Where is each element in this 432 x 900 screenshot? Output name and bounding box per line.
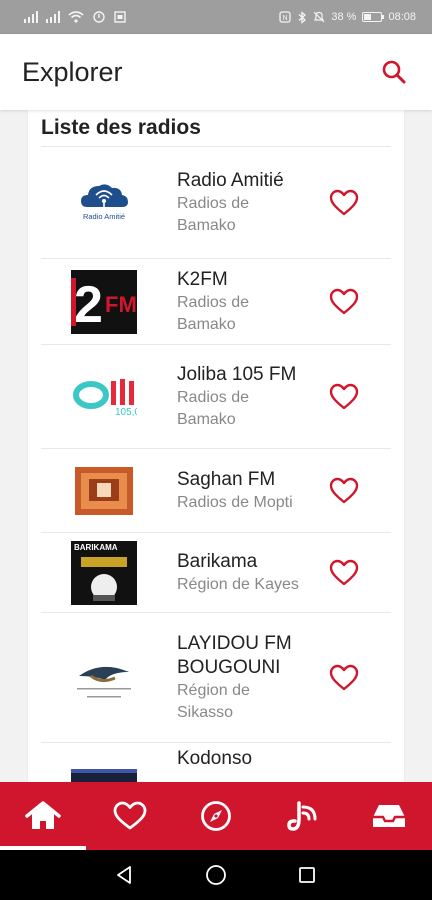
saghan-logo bbox=[71, 458, 137, 523]
nav-home[interactable] bbox=[0, 782, 87, 850]
home-icon bbox=[25, 801, 61, 829]
radio-name: Radio Amitié bbox=[177, 169, 284, 191]
list-item[interactable]: LAYIDOU FM BOUGOUNI Région de Sikasso bbox=[41, 612, 391, 742]
radio-info: Joliba 105 FM Radios de Bamako bbox=[177, 363, 307, 431]
clock: 08:08 bbox=[388, 11, 416, 23]
radio-name: Kodonso bbox=[177, 748, 253, 769]
radio-name: Joliba 105 FM bbox=[177, 363, 297, 385]
search-icon bbox=[382, 60, 406, 84]
radio-info: Barikama Région de Kayes bbox=[177, 550, 307, 596]
inbox-icon bbox=[372, 805, 405, 827]
favorite-button[interactable] bbox=[327, 286, 361, 318]
heart-outline-icon bbox=[329, 383, 359, 409]
svg-text:N: N bbox=[283, 15, 288, 22]
radio-amitie-logo: Radio Amitié bbox=[71, 171, 137, 235]
app-bar: Explorer bbox=[0, 34, 432, 110]
svg-text:2: 2 bbox=[74, 276, 103, 334]
favorite-button[interactable] bbox=[327, 381, 361, 413]
list-item[interactable]: Kodonso bbox=[41, 742, 391, 782]
nav-radio[interactable] bbox=[259, 782, 345, 850]
bottom-navigation bbox=[0, 782, 432, 850]
radio-region: Radios de Bamako bbox=[177, 293, 250, 333]
recents-icon bbox=[298, 867, 315, 883]
radio-region: Région de Sikasso bbox=[177, 681, 250, 721]
heart-outline-icon bbox=[329, 189, 359, 215]
barikama-logo-text: BARIKAMA bbox=[74, 543, 118, 552]
heart-outline-icon bbox=[329, 664, 359, 690]
system-back-button[interactable] bbox=[111, 861, 139, 889]
battery-level-fill bbox=[364, 14, 371, 20]
alert-icon bbox=[93, 11, 105, 23]
radio-region: Radios de Bamako bbox=[177, 194, 250, 234]
mute-icon bbox=[313, 11, 325, 23]
system-recents-button[interactable] bbox=[293, 861, 321, 889]
list-item[interactable]: 105,0 Joliba 105 FM Radios de Bamako bbox=[41, 344, 391, 448]
system-home-button[interactable] bbox=[202, 861, 230, 889]
list-heading: Liste des radios bbox=[41, 116, 201, 139]
radio-list-card: Liste des radios Radio Amitié Radio Amit… bbox=[28, 110, 404, 782]
screen: N 38 % 08:08 Explorer Liste des radios R… bbox=[0, 0, 432, 900]
wifi-icon bbox=[68, 11, 84, 23]
svg-text:FM: FM bbox=[105, 292, 137, 317]
home-circle-icon bbox=[206, 865, 226, 885]
radio-region: Radios de Bamako bbox=[177, 388, 250, 428]
back-icon bbox=[117, 866, 132, 884]
list-item[interactable]: Saghan FM Radios de Mopti bbox=[41, 448, 391, 532]
nav-inbox[interactable] bbox=[346, 782, 432, 850]
nav-favorites[interactable] bbox=[86, 782, 172, 850]
list-item[interactable]: 2 FM K2FM Radios de Bamako bbox=[41, 258, 391, 344]
favorite-button[interactable] bbox=[327, 662, 361, 694]
radio-region: Région de Kayes bbox=[177, 575, 299, 593]
favorite-button[interactable] bbox=[327, 475, 361, 507]
radio-info: Saghan FM Radios de Mopti bbox=[177, 468, 307, 514]
battery-icon bbox=[362, 12, 385, 22]
nav-explore[interactable] bbox=[173, 782, 259, 850]
list-item[interactable]: BARIKAMA Barikama Région de Kayes bbox=[41, 532, 391, 612]
battery-percent: 38 % bbox=[331, 11, 357, 23]
list-item[interactable]: Radio Amitié Radio Amitié Radios de Bama… bbox=[41, 146, 391, 258]
status-left-icons bbox=[24, 11, 126, 23]
radio-list[interactable]: Radio Amitié Radio Amitié Radios de Bama… bbox=[41, 146, 391, 782]
svg-text:105,0: 105,0 bbox=[115, 407, 137, 418]
barikama-logo: BARIKAMA bbox=[71, 540, 137, 605]
heart-outline-icon bbox=[329, 288, 359, 314]
bluetooth-icon bbox=[298, 10, 307, 24]
search-button[interactable] bbox=[378, 56, 410, 88]
status-bar: N 38 % 08:08 bbox=[0, 0, 432, 34]
favorite-button[interactable] bbox=[327, 557, 361, 589]
radio-info: Radio Amitié Radios de Bamako bbox=[177, 169, 307, 237]
status-right-icons: N 38 % 08:08 bbox=[279, 10, 416, 24]
heart-outline-icon bbox=[329, 559, 359, 585]
svg-text:Radio Amitié: Radio Amitié bbox=[83, 212, 125, 221]
kodonso-logo bbox=[71, 769, 137, 782]
radio-info: LAYIDOU FM BOUGOUNI Région de Sikasso bbox=[177, 632, 307, 724]
photo-icon bbox=[114, 11, 126, 23]
radio-name: Saghan FM bbox=[177, 468, 276, 490]
signal-icon bbox=[46, 11, 60, 23]
broadcast-icon bbox=[287, 801, 317, 831]
k2fm-logo: 2 FM bbox=[71, 269, 137, 334]
signal-icon bbox=[24, 11, 38, 23]
compass-icon bbox=[201, 801, 231, 831]
radio-name: K2FM bbox=[177, 268, 228, 290]
radio-info: K2FM Radios de Bamako bbox=[177, 268, 307, 336]
joliba-logo: 105,0 bbox=[71, 364, 137, 429]
heart-outline-icon bbox=[329, 477, 359, 503]
radio-name: Barikama bbox=[177, 550, 258, 572]
favorite-button[interactable] bbox=[327, 187, 361, 219]
layidou-logo bbox=[71, 645, 137, 710]
radio-info: Kodonso bbox=[177, 747, 307, 771]
radio-name: LAYIDOU FM BOUGOUNI bbox=[177, 632, 292, 678]
radio-region: Radios de Mopti bbox=[177, 493, 293, 511]
page-title: Explorer bbox=[22, 56, 123, 87]
heart-icon bbox=[113, 801, 147, 830]
nfc-icon: N bbox=[279, 11, 292, 23]
system-navigation bbox=[0, 850, 432, 900]
